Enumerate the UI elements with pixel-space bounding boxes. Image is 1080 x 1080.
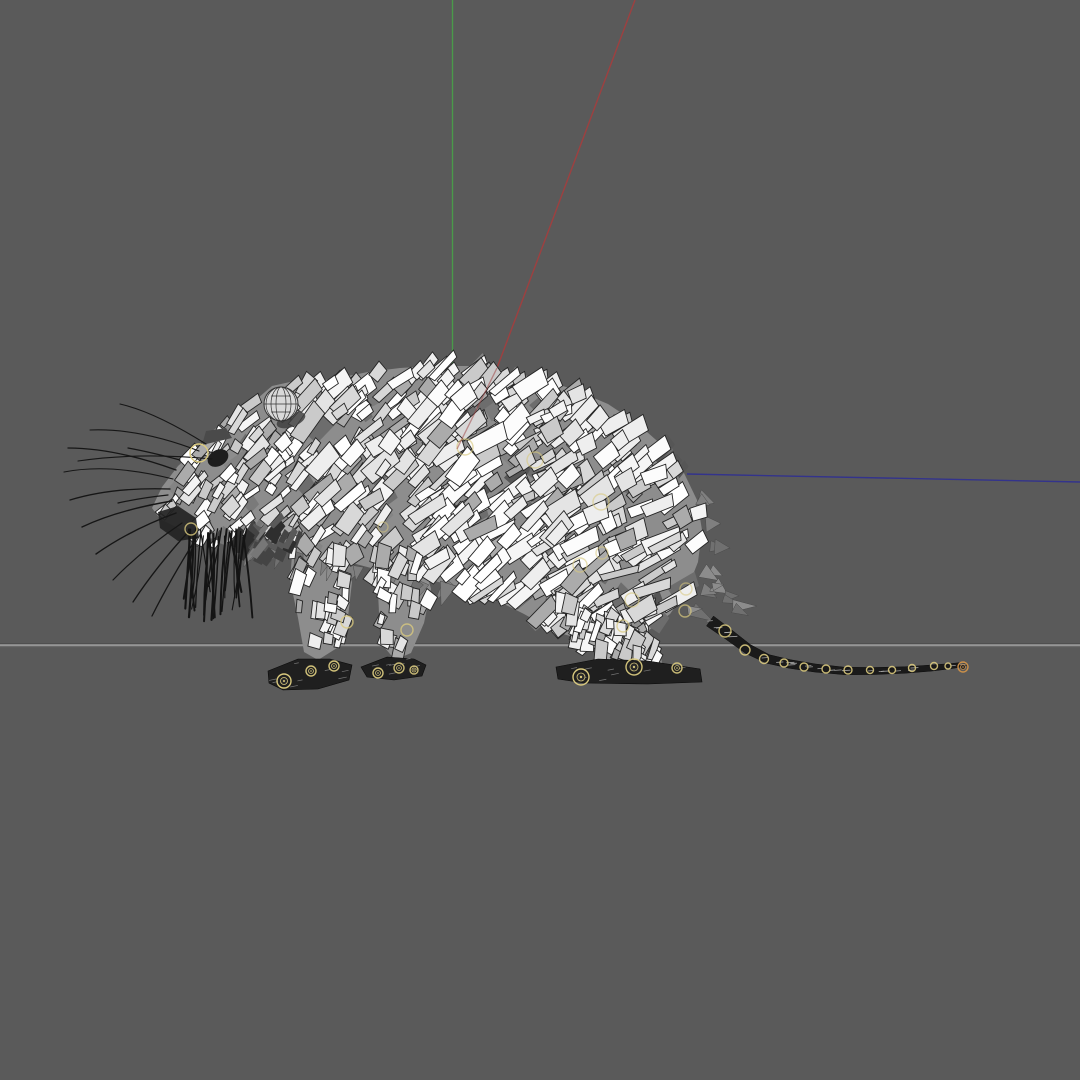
- ground-horizon-line: [0, 643, 1080, 647]
- viewport-3d[interactable]: [0, 0, 1080, 1080]
- viewport-canvas[interactable]: [0, 0, 1080, 1080]
